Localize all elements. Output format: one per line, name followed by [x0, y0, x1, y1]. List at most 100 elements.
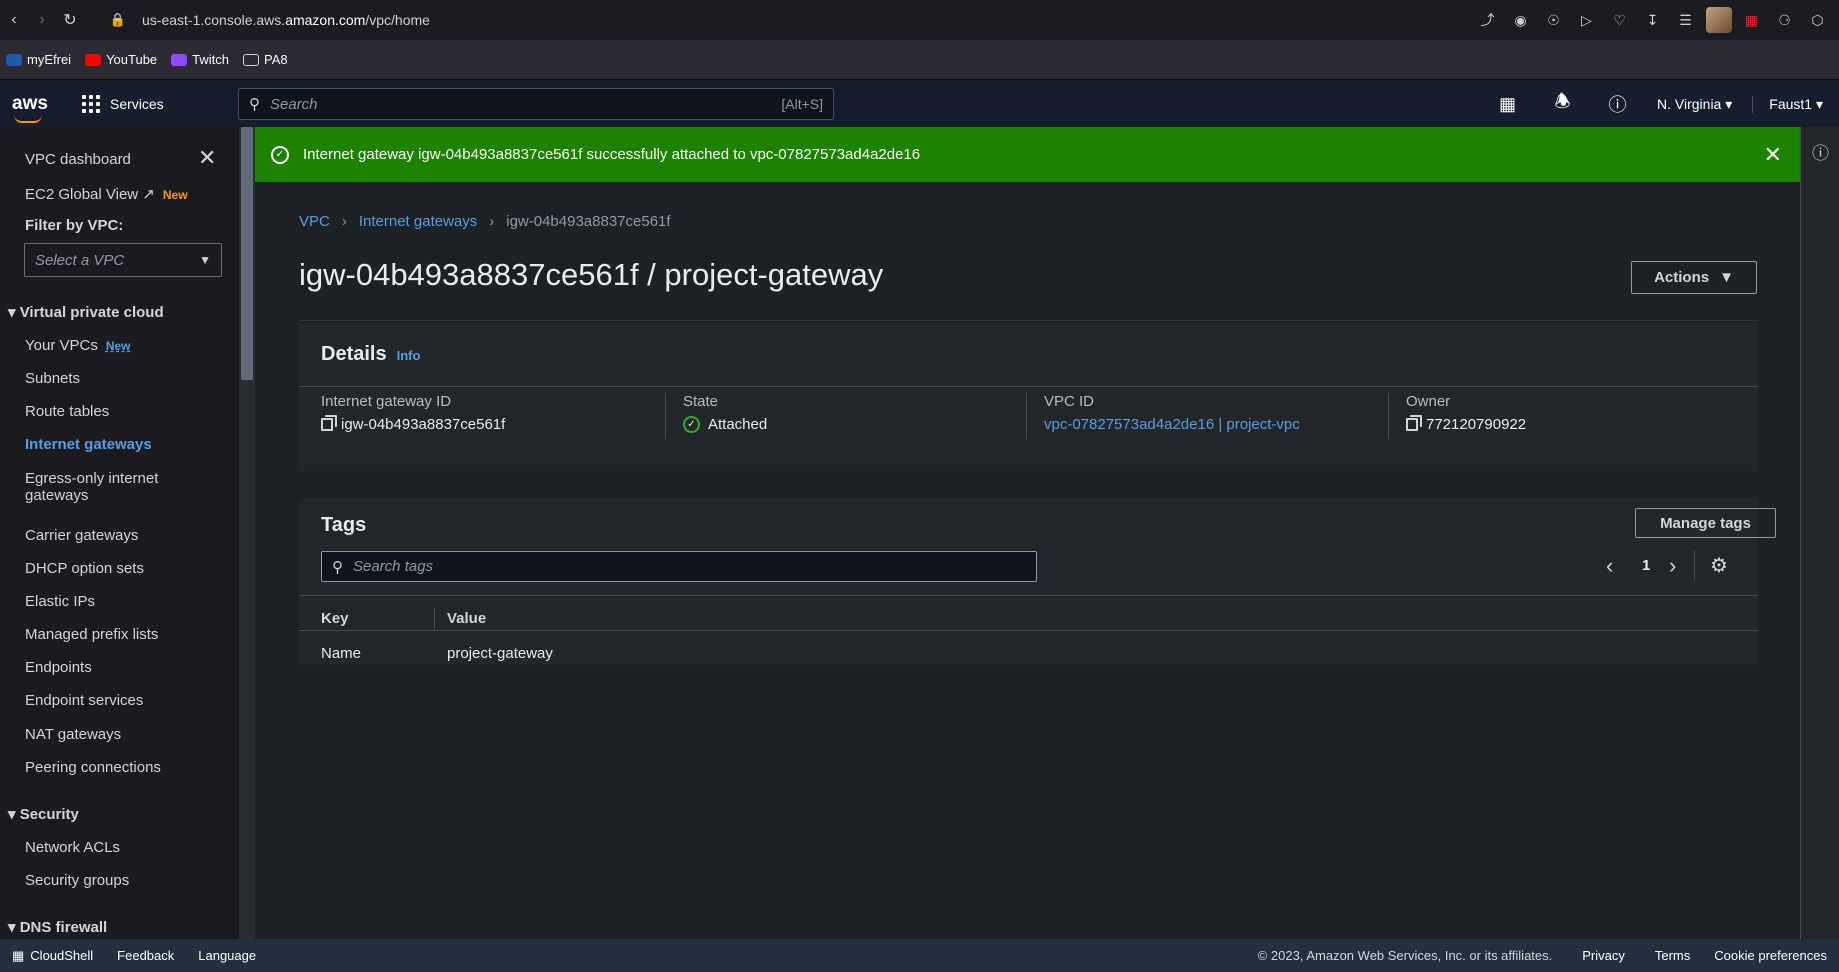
extension-red-icon[interactable]: ▦	[1738, 7, 1765, 34]
terms-link[interactable]: Terms	[1643, 948, 1702, 963]
sidebar-item-endpoints[interactable]: Endpoints	[25, 659, 92, 676]
copy-icon[interactable]	[321, 415, 337, 431]
section-dns-firewall[interactable]: ▾ DNS firewall	[8, 918, 107, 936]
sidebar-item-managed-prefix-lists[interactable]: Managed prefix lists	[25, 626, 158, 643]
vpc-id-link[interactable]: vpc-07827573ad4a2de16 | project-vpc	[1044, 416, 1300, 433]
sidebar-item-egress-only-gateways[interactable]: Egress-only internet gateways	[25, 470, 158, 504]
sidebar-item-endpoint-services[interactable]: Endpoint services	[25, 692, 143, 709]
info-link[interactable]: Info	[397, 348, 421, 363]
privacy-link[interactable]: Privacy	[1564, 948, 1643, 963]
cookie-preferences-link[interactable]: Cookie preferences	[1702, 948, 1839, 963]
igw-id-field: Internet gateway ID igw-04b493a8837ce561…	[321, 393, 505, 433]
sidebar-scrollbar[interactable]	[239, 127, 255, 939]
region-selector[interactable]: N. Virginia ▾	[1645, 96, 1752, 113]
next-page-icon[interactable]: ›	[1669, 553, 1676, 579]
address-bar[interactable]: us-east-1.console.aws.amazon.com/vpc/hom…	[142, 12, 430, 28]
prev-page-icon[interactable]: ‹	[1606, 553, 1613, 579]
page-number[interactable]: 1	[1642, 557, 1650, 574]
menu-lines-icon[interactable]: ☰	[1672, 7, 1699, 34]
cloudshell-icon[interactable]: ▦	[1480, 94, 1535, 115]
page-title: igw-04b493a8837ce561f / project-gateway	[299, 257, 884, 292]
copy-icon[interactable]	[1406, 415, 1422, 431]
extension-glasses-icon[interactable]: ⚆	[1771, 7, 1798, 34]
breadcrumb-internet-gateways[interactable]: Internet gateways	[359, 213, 477, 230]
screenshot-icon[interactable]: ◉	[1507, 7, 1534, 34]
caret-down-icon: ▾	[1815, 95, 1823, 112]
sidebar-item-subnets[interactable]: Subnets	[25, 370, 80, 387]
aws-logo[interactable]: aws	[0, 93, 60, 123]
column-divider	[665, 393, 666, 439]
language-link[interactable]: Language	[186, 948, 268, 963]
tags-search-input[interactable]: ⚲ Search tags	[321, 551, 1037, 582]
sidebar-item-vpc-dashboard[interactable]: VPC dashboard	[25, 151, 131, 168]
bookmark-youtube[interactable]: YouTube	[85, 52, 157, 67]
bookmark-twitch[interactable]: Twitch	[171, 52, 229, 67]
sidebar-item-security-groups[interactable]: Security groups	[25, 872, 129, 889]
cloudshell-button[interactable]: ▦ CloudShell	[0, 948, 105, 964]
sidebar-item-peering-connections[interactable]: Peering connections	[25, 759, 161, 776]
column-header-key[interactable]: Key	[321, 610, 349, 627]
manage-tags-button[interactable]: Manage tags	[1635, 508, 1776, 538]
breadcrumb: VPC › Internet gateways › igw-04b493a883…	[299, 213, 671, 230]
close-icon[interactable]: ✕	[198, 145, 216, 171]
tags-panel: Tags Manage tags ⚲ Search tags ‹ 1 › ⚙ K…	[299, 498, 1776, 665]
search-icon: ⚲	[332, 558, 343, 576]
sidebar-item-your-vpcs[interactable]: Your VPCs New	[25, 337, 131, 354]
reload-icon[interactable]: ↻	[56, 6, 84, 34]
sidebar-item-dhcp-option-sets[interactable]: DHCP option sets	[25, 560, 144, 577]
bookmark-myefrei[interactable]: myEfrei	[6, 52, 71, 67]
feedback-link[interactable]: Feedback	[105, 948, 186, 963]
dismiss-close-icon[interactable]: ✕	[1764, 142, 1782, 168]
url-prefix: us-east-1.console.aws.	[142, 12, 286, 28]
profile-avatar[interactable]	[1705, 7, 1732, 34]
sidebar-item-ec2-global-view[interactable]: EC2 Global View ↗ New	[25, 185, 188, 203]
column-header-value[interactable]: Value	[447, 610, 486, 627]
section-label: Security	[19, 806, 79, 823]
bookmark-label: Twitch	[192, 52, 229, 67]
heart-icon[interactable]: ♡	[1606, 7, 1633, 34]
new-badge: New	[162, 188, 188, 202]
actions-button[interactable]: Actions ▼	[1631, 261, 1757, 294]
bookmark-label: PA8	[264, 52, 288, 67]
sidebar-item-carrier-gateways[interactable]: Carrier gateways	[25, 527, 138, 544]
back-icon[interactable]: ‹	[0, 6, 28, 34]
extension-cube-icon[interactable]: ⬡	[1804, 7, 1831, 34]
forward-icon[interactable]: ›	[28, 6, 56, 34]
account-menu[interactable]: Faust1 ▾	[1752, 95, 1839, 113]
column-resizer[interactable]	[434, 608, 435, 630]
info-circle-icon[interactable]: ⓘ	[1812, 139, 1829, 164]
sidebar-item-network-acls[interactable]: Network ACLs	[25, 839, 120, 856]
breadcrumb-current: igw-04b493a8837ce561f	[506, 213, 671, 230]
sidebar-item-internet-gateways[interactable]: Internet gateways	[25, 436, 152, 453]
play-icon[interactable]: ▷	[1573, 7, 1600, 34]
details-heading: Details Info	[321, 343, 420, 366]
help-icon[interactable]: ⓘ	[1590, 91, 1645, 117]
url-domain: amazon.com	[285, 12, 366, 28]
search-placeholder: Search	[270, 95, 318, 113]
success-check-icon: ✓	[271, 145, 289, 164]
breadcrumb-vpc[interactable]: VPC	[299, 213, 330, 230]
chevron-right-icon: ›	[489, 213, 495, 230]
download-icon[interactable]: ↧	[1639, 7, 1666, 34]
services-menu[interactable]: Services	[60, 95, 238, 113]
account-label: Faust1	[1769, 95, 1813, 112]
notifications-icon[interactable]: 🕭	[1535, 89, 1590, 119]
sidebar-item-nat-gateways[interactable]: NAT gateways	[25, 726, 121, 743]
scrollbar-thumb[interactable]	[241, 127, 253, 380]
section-security[interactable]: ▾ Security	[8, 805, 79, 823]
lock-icon: 🔒	[109, 12, 127, 27]
myefrei-icon	[6, 53, 22, 66]
caret-down-icon: ▼	[199, 253, 211, 267]
vpc-filter-select[interactable]: Select a VPC ▼	[24, 243, 222, 277]
caret-down-icon: ▼	[1719, 269, 1734, 286]
bookmark-pa8[interactable]: PA8	[243, 52, 288, 67]
status-success-icon: ✓	[683, 416, 700, 433]
pocket-icon[interactable]: ☉	[1540, 7, 1567, 34]
sidebar-item-elastic-ips[interactable]: Elastic IPs	[25, 593, 95, 610]
sidebar-item-route-tables[interactable]: Route tables	[25, 403, 109, 420]
gear-icon[interactable]: ⚙	[1710, 553, 1728, 578]
main-content: ✓ Internet gateway igw-04b493a8837ce561f…	[255, 127, 1800, 939]
section-virtual-private-cloud[interactable]: ▾ Virtual private cloud	[8, 303, 164, 321]
share-icon[interactable]: ⤴	[1474, 7, 1501, 34]
global-search-input[interactable]: ⚲ Search [Alt+S]	[238, 88, 834, 120]
